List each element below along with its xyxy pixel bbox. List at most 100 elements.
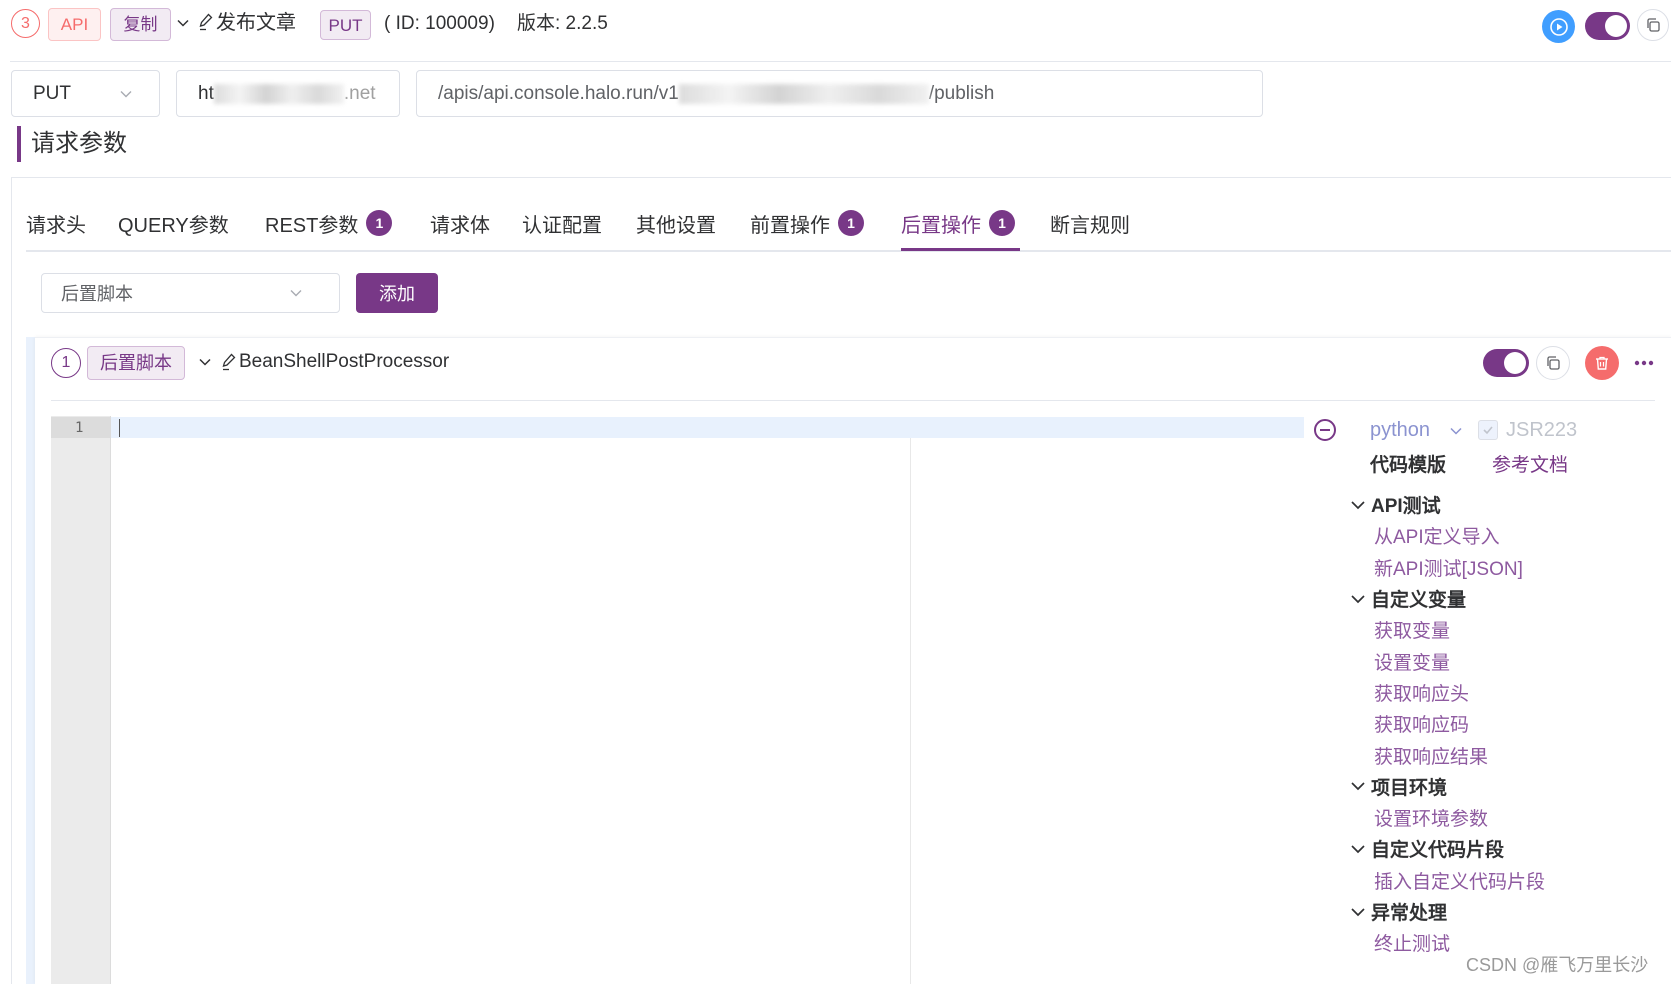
reference-docs-link[interactable]: 参考文档 — [1492, 456, 1568, 475]
jsr223-checkbox[interactable] — [1478, 420, 1498, 440]
snippet-get-response-code[interactable]: 获取响应码 — [1350, 708, 1469, 739]
tab-label: 其他设置 — [636, 214, 716, 237]
api-enable-switch[interactable] — [1585, 12, 1630, 40]
jsr223-label: JSR223 — [1506, 419, 1578, 441]
copy-icon — [1545, 355, 1561, 371]
redacted-path — [678, 83, 929, 104]
tab-rest-params[interactable]: REST参数 1 — [265, 208, 393, 238]
snippet-import-api-definition[interactable]: 从API定义导入 — [1350, 520, 1500, 551]
processor-type-tag: 后置脚本 — [87, 346, 185, 380]
snippet-group-label: API测试 — [1371, 496, 1441, 518]
copy-tag[interactable]: 复制 — [110, 8, 171, 41]
post-operation-type-value: 后置脚本 — [61, 284, 133, 304]
watermark: CSDN @雁飞万里长沙 — [1466, 955, 1649, 975]
chevron-down-icon — [1350, 591, 1371, 607]
chevron-down-icon — [119, 87, 133, 101]
header-divider — [10, 61, 1671, 62]
method-tag: PUT — [320, 10, 371, 40]
tab-auth-config[interactable]: 认证配置 — [522, 208, 602, 238]
snippet-set-variable[interactable]: 设置变量 — [1350, 646, 1450, 677]
tab-label: 认证配置 — [522, 214, 602, 237]
processor-name[interactable]: BeanShellPostProcessor — [239, 352, 449, 371]
snippet-get-response-body[interactable]: 获取响应结果 — [1350, 739, 1488, 770]
delete-processor-button[interactable] — [1585, 346, 1619, 380]
snippet-insert-custom-code[interactable]: 插入自定义代码片段 — [1350, 865, 1545, 896]
copy-api-button[interactable] — [1637, 9, 1669, 41]
method-select-value: PUT — [33, 82, 71, 104]
tab-assertions[interactable]: 断言规则 — [1050, 208, 1130, 238]
snippet-new-api-test-json[interactable]: 新API测试[JSON] — [1350, 552, 1523, 583]
switch-knob — [1605, 15, 1627, 37]
editor-active-line — [111, 417, 1304, 438]
path-suffix: /publish — [928, 82, 995, 104]
snippet-tree: API测试 从API定义导入 新API测试[JSON] 自定义变量 获取变量 设… — [1350, 489, 1660, 959]
protocol-tag: API — [48, 8, 101, 41]
chevron-down-icon — [1449, 424, 1463, 438]
line-number: 1 — [75, 420, 84, 436]
tab-label: 前置操作 — [750, 214, 830, 237]
tab-label: 请求头 — [26, 214, 86, 237]
path-input[interactable]: /apis/api.console.halo.run/v1 /publish — [416, 70, 1263, 117]
snippet-group-custom-code[interactable]: 自定义代码片段 — [1350, 833, 1504, 864]
tab-count-badge: 1 — [989, 210, 1015, 236]
language-value: python — [1370, 418, 1431, 441]
tabs-baseline — [26, 250, 1671, 252]
tab-pre-operations[interactable]: 前置操作 1 — [750, 208, 864, 238]
chevron-down-icon — [1350, 778, 1371, 794]
tab-label: 后置操作 — [901, 214, 981, 237]
more-options-icon[interactable] — [1632, 353, 1656, 373]
editor-gutter — [51, 416, 111, 984]
tab-label: 断言规则 — [1050, 214, 1130, 237]
tab-label: QUERY参数 — [118, 214, 229, 237]
copy-icon — [1645, 17, 1661, 33]
api-id: ( ID: 100009) — [384, 13, 495, 34]
tab-label: REST参数 — [265, 214, 359, 237]
snippet-set-env-params[interactable]: 设置环境参数 — [1350, 802, 1488, 833]
tab-request-body[interactable]: 请求体 — [430, 208, 490, 238]
host-suffix: .net — [343, 82, 376, 104]
snippet-group-project-environment[interactable]: 项目环境 — [1350, 771, 1447, 802]
tab-post-operations[interactable]: 后置操作 1 — [901, 208, 1015, 238]
host-prefix: ht — [198, 82, 214, 104]
chevron-down-icon — [1350, 904, 1371, 920]
run-button[interactable] — [1542, 10, 1575, 43]
snippet-group-custom-variables[interactable]: 自定义变量 — [1350, 583, 1466, 614]
tab-other-settings[interactable]: 其他设置 — [636, 208, 716, 238]
processor-header-divider — [51, 400, 1655, 401]
snippet-group-exception-handling[interactable]: 异常处理 — [1350, 896, 1447, 927]
switch-knob — [1504, 352, 1526, 374]
snippet-group-label: 自定义代码片段 — [1371, 840, 1505, 862]
collapse-panel-icon[interactable] — [1313, 418, 1337, 442]
snippet-get-response-headers[interactable]: 获取响应头 — [1350, 677, 1469, 708]
tab-query-params[interactable]: QUERY参数 — [118, 208, 229, 238]
host-input[interactable]: ht .net — [176, 70, 400, 117]
method-select[interactable]: PUT — [11, 70, 160, 117]
redacted-host — [213, 83, 344, 104]
snippet-group-api-test[interactable]: API测试 — [1350, 489, 1441, 520]
section-marker — [17, 126, 21, 162]
chevron-down-icon — [1350, 841, 1371, 857]
language-select[interactable]: python — [1370, 416, 1470, 444]
snippet-get-variable[interactable]: 获取变量 — [1350, 614, 1450, 645]
api-index-circle: 3 — [11, 9, 40, 38]
add-button[interactable]: 添加 — [356, 273, 438, 313]
api-title[interactable]: 发布文章 — [216, 13, 296, 33]
edit-icon[interactable] — [221, 352, 237, 372]
code-editor[interactable]: 1 — [51, 416, 1304, 984]
processor-enable-switch[interactable] — [1483, 349, 1529, 377]
editor-print-margin — [910, 438, 911, 984]
copy-processor-button[interactable] — [1536, 346, 1570, 380]
chevron-down-icon — [289, 286, 303, 300]
play-icon — [1549, 17, 1569, 37]
tab-label: 请求体 — [430, 214, 490, 237]
trash-icon — [1594, 355, 1610, 371]
tab-headers[interactable]: 请求头 — [26, 208, 86, 238]
chevron-down-icon[interactable] — [198, 355, 212, 369]
post-operation-type-select[interactable]: 后置脚本 — [41, 273, 340, 313]
chevron-down-icon[interactable] — [176, 16, 190, 30]
snippet-stop-test[interactable]: 终止测试 — [1350, 927, 1450, 958]
editor-cursor — [119, 419, 120, 437]
tab-count-badge: 1 — [366, 210, 393, 236]
section-title: 请求参数 — [31, 130, 127, 157]
edit-icon[interactable] — [198, 12, 214, 32]
